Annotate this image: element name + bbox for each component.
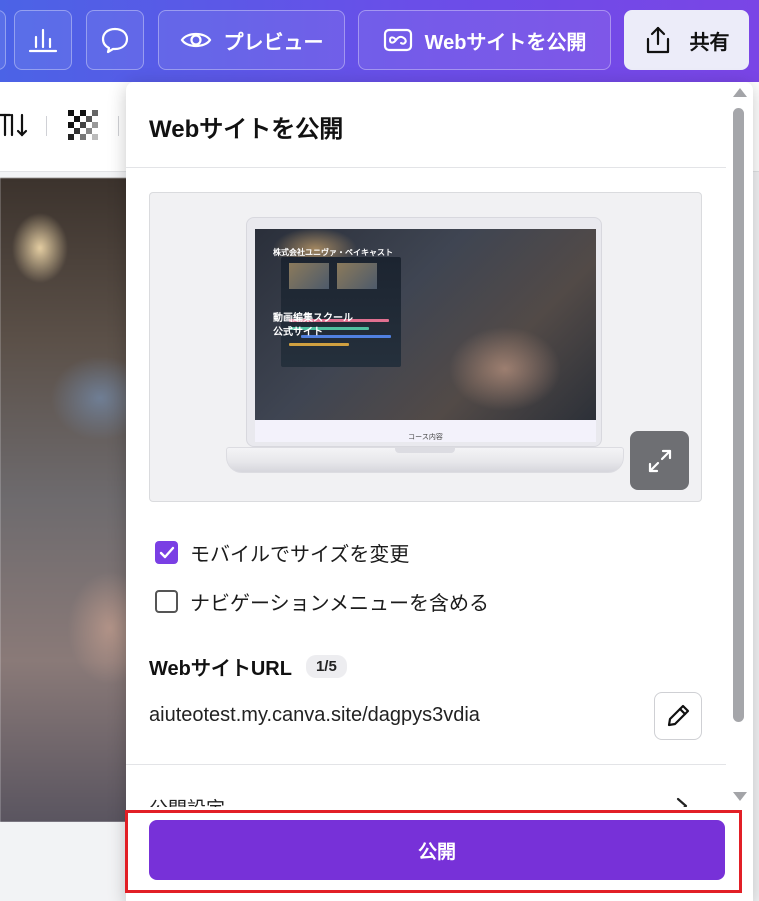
- preview-company-name: 株式会社ユニヴァ・ペイキャスト: [273, 248, 393, 257]
- top-toolbar: プレビュー Webサイトを公開 共有: [0, 0, 759, 82]
- resize-mobile-option[interactable]: モバイルでサイズを変更: [155, 538, 409, 567]
- canvas-workspace: [0, 822, 140, 901]
- check-icon: [159, 546, 174, 558]
- comment-icon: [101, 27, 129, 54]
- panel-title: Webサイトを公開: [149, 116, 344, 143]
- website-preview: 株式会社ユニヴァ・ペイキャスト 動画編集スクール 公式サイト コース内容: [149, 192, 702, 502]
- preview-section-label: コース内容: [255, 420, 596, 442]
- transparency-icon[interactable]: [68, 110, 98, 140]
- toolbar-separator: [46, 116, 47, 136]
- laptop-base: [226, 447, 624, 473]
- edit-url-button[interactable]: [654, 692, 702, 740]
- publish-website-panel: Webサイトを公開 株式会社ユニヴァ・ペイキャスト 動画編集スクール 公式サイト…: [126, 82, 753, 901]
- publish-website-button[interactable]: Webサイトを公開: [358, 10, 611, 70]
- share-button[interactable]: 共有: [624, 10, 749, 70]
- include-nav-checkbox[interactable]: [155, 590, 178, 613]
- website-url-label: WebサイトURL: [149, 658, 292, 680]
- toolbar-separator: [118, 116, 119, 136]
- eye-icon: [180, 32, 211, 48]
- website-url-heading: WebサイトURL 1/5: [149, 652, 347, 681]
- preview-site-heading: 動画編集スクール 公式サイト: [273, 313, 353, 338]
- url-count-badge: 1/5: [305, 655, 347, 678]
- text-transform-icon[interactable]: [0, 112, 30, 138]
- website-link-icon: [383, 28, 412, 52]
- website-url-text: aiuteotest.my.canva.site/dagpys3vdia: [149, 704, 480, 726]
- include-nav-option[interactable]: ナビゲーションメニューを含める: [155, 587, 489, 616]
- toolbar-partial-button[interactable]: [0, 10, 6, 70]
- laptop-mockup: 株式会社ユニヴァ・ペイキャスト 動画編集スクール 公式サイト コース内容: [246, 217, 602, 447]
- preview-button[interactable]: プレビュー: [158, 10, 345, 70]
- canvas-background-image[interactable]: [0, 178, 140, 822]
- panel-footer: 公開: [126, 807, 753, 901]
- scroll-up-arrow[interactable]: [733, 88, 747, 97]
- scroll-down-arrow[interactable]: [733, 792, 747, 801]
- scrollbar-thumb[interactable]: [733, 108, 744, 722]
- comment-button[interactable]: [86, 10, 144, 70]
- share-upload-icon: [646, 26, 669, 54]
- publish-button[interactable]: 公開: [149, 820, 725, 880]
- divider: [126, 764, 726, 765]
- share-label: 共有: [689, 31, 730, 54]
- preview-screen-image: 株式会社ユニヴァ・ペイキャスト 動画編集スクール 公式サイト: [255, 229, 596, 420]
- resize-mobile-checkbox[interactable]: [155, 541, 178, 564]
- pencil-icon: [667, 704, 690, 727]
- preview-label: プレビュー: [223, 31, 324, 54]
- bar-chart-icon: [28, 28, 58, 53]
- expand-preview-button[interactable]: [630, 431, 689, 490]
- publish-website-label: Webサイトを公開: [424, 31, 587, 54]
- expand-icon: [648, 449, 671, 472]
- include-nav-label: ナビゲーションメニューを含める: [190, 593, 489, 615]
- insights-button[interactable]: [14, 10, 72, 70]
- divider: [126, 167, 726, 168]
- panel-scrollbar[interactable]: [730, 88, 747, 808]
- resize-mobile-label: モバイルでサイズを変更: [190, 544, 410, 566]
